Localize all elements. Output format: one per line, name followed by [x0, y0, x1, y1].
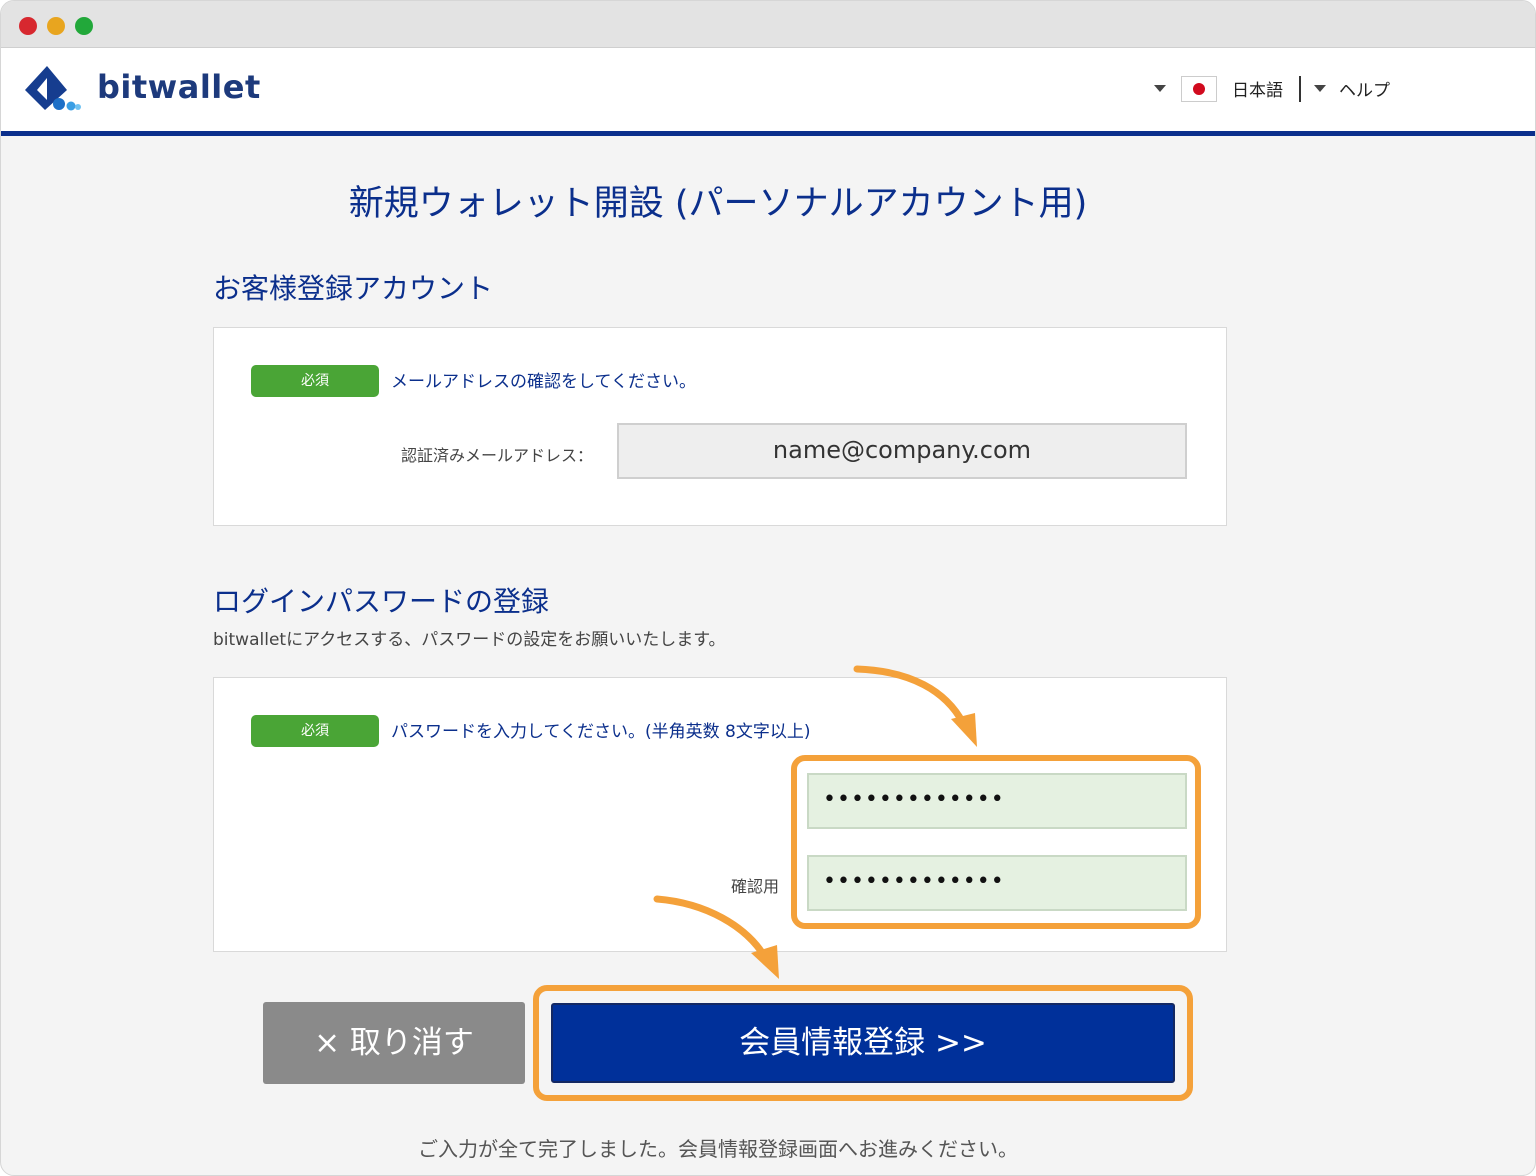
confirm-password-input[interactable]: ••••••••••••• [807, 855, 1187, 911]
required-badge: 必須 [251, 715, 379, 747]
email-confirm-hint: メールアドレスの確認をしてください。 [391, 372, 696, 392]
customer-section-title: お客様登録アカウント [213, 272, 494, 305]
language-selector[interactable]: 日本語 [1232, 76, 1283, 101]
japan-flag-icon[interactable] [1181, 76, 1217, 102]
page-title: 新規ウォレット開設 (パーソナルアカウント用) [348, 184, 1088, 224]
password-hint: パスワードを入力してください。(半角英数 8文字以上) [391, 722, 811, 742]
minimize-window-icon[interactable] [47, 17, 65, 35]
brand-name[interactable]: bitwallet [97, 68, 261, 106]
header-divider [1299, 76, 1301, 102]
browser-window: bitwallet 日本語 ヘルプ 新規ウォレット開設 (パーソナルアカウント用… [0, 0, 1536, 1176]
window-titlebar [1, 1, 1535, 48]
password-section-description: bitwalletにアクセスする、パスワードの設定をお願いいたします。 [213, 630, 726, 650]
verified-email-field: name@company.com [617, 423, 1187, 479]
password-input[interactable]: ••••••••••••• [807, 773, 1187, 829]
maximize-window-icon[interactable] [75, 17, 93, 35]
close-window-icon[interactable] [19, 17, 37, 35]
site-header: bitwallet 日本語 ヘルプ [1, 48, 1535, 136]
verified-email-label: 認証済みメールアドレス： [401, 446, 594, 465]
help-menu[interactable]: ヘルプ [1339, 76, 1390, 101]
help-caret-down-icon[interactable] [1314, 85, 1326, 92]
bitwallet-logo-icon[interactable] [23, 64, 81, 112]
annotation-arrow-icon [653, 895, 779, 979]
language-caret-down-icon[interactable] [1154, 85, 1166, 92]
completion-note: ご入力が全て完了しました。会員情報登録画面へお進みください。 [418, 1137, 1018, 1161]
required-badge: 必須 [251, 365, 379, 397]
annotation-arrow-icon [853, 665, 977, 747]
register-member-info-button[interactable]: 会員情報登録 >> [551, 1003, 1175, 1083]
password-section-title: ログインパスワードの登録 [213, 585, 550, 618]
cancel-button[interactable]: × 取り消す [263, 1002, 525, 1084]
